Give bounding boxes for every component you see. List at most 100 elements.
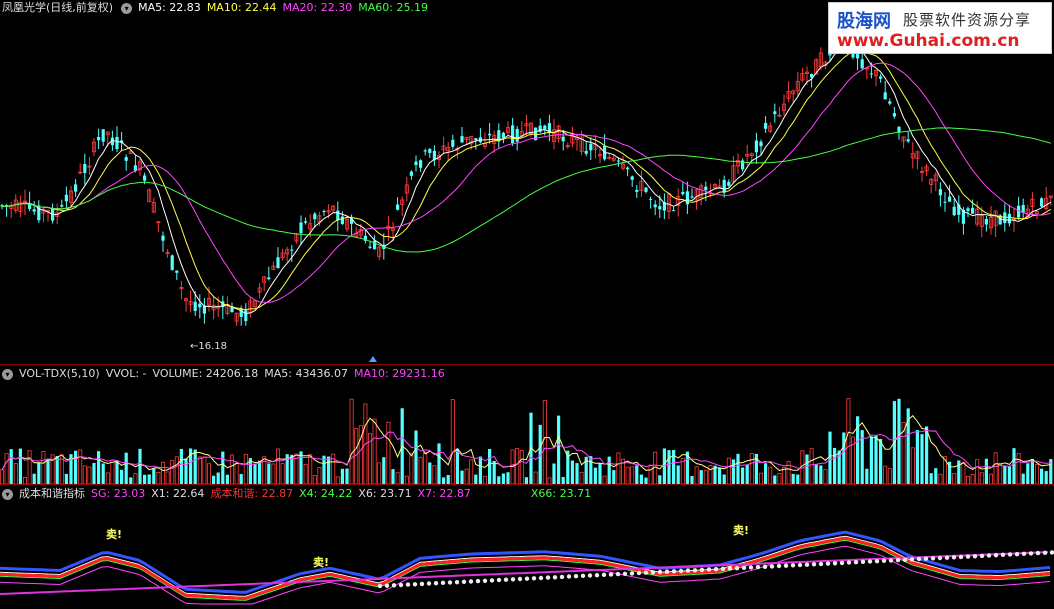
cost-dot-marker <box>832 561 838 566</box>
volume-bar <box>639 474 643 484</box>
candle-body <box>97 136 101 141</box>
cost-dot-marker <box>923 556 929 561</box>
volume-bar <box>869 436 873 484</box>
volume-bar <box>887 468 892 484</box>
chevron-down-icon[interactable]: ▾ <box>2 368 13 380</box>
volume-bar <box>372 418 377 484</box>
candle-body <box>690 196 694 198</box>
candle-body <box>290 249 294 251</box>
cost-dot-marker <box>510 577 516 582</box>
cost-dot-marker <box>958 554 964 560</box>
candle-body <box>658 206 662 210</box>
volume-bar <box>694 466 699 484</box>
chevron-down-icon[interactable]: ▾ <box>121 2 133 14</box>
candle-body <box>313 213 317 220</box>
volume-bar <box>934 468 938 484</box>
indicator-panel[interactable]: ▾ 成本和谐指标 SG: 23.03 X1: 22.64 成本和谐: 22.87… <box>0 486 1054 609</box>
volume-bar <box>0 469 4 484</box>
volume-bar <box>41 451 46 484</box>
volume-bar <box>910 447 915 484</box>
cost-dot-marker <box>601 572 607 577</box>
panel-divider[interactable] <box>0 364 1054 365</box>
volume-bar <box>966 475 971 484</box>
volume-bar <box>442 477 446 484</box>
cost-dot-marker <box>1007 552 1013 557</box>
volume-bar <box>741 467 745 484</box>
panel-divider[interactable] <box>0 484 1054 485</box>
candle-body <box>276 257 280 269</box>
candle-body <box>938 189 942 196</box>
volume-bar <box>929 473 933 484</box>
cost-dot-marker <box>944 555 950 560</box>
volume-bar <box>736 453 740 484</box>
ma60-label: MA60: 25.19 <box>358 1 428 14</box>
cost-dot-marker <box>748 565 754 570</box>
sell-signal-label: 卖! <box>106 528 123 541</box>
cost-dot-marker <box>825 561 831 566</box>
cost-dot-marker <box>839 560 845 566</box>
cost-dot-marker <box>447 580 453 585</box>
cost-dot-marker <box>811 562 817 567</box>
cost-dot-marker <box>951 555 957 560</box>
candle-body <box>685 191 689 205</box>
cost-dot-marker <box>538 575 544 581</box>
candle-body <box>971 207 975 214</box>
volume-bar <box>193 449 197 484</box>
volume-value-label: VOLUME: 24206.18 <box>152 367 259 380</box>
candle-body <box>428 149 432 153</box>
indicator-chart[interactable] <box>0 486 1054 609</box>
volume-bar <box>275 448 280 484</box>
chevron-down-icon[interactable]: ▾ <box>2 488 13 500</box>
volume-bar <box>101 463 105 484</box>
cost-dot-marker <box>594 573 600 578</box>
volume-bar <box>557 415 561 484</box>
volume-panel[interactable]: ▾ VOL-TDX(5,10) VVOL: - VOLUME: 24206.18… <box>0 366 1054 484</box>
candle-body <box>64 194 68 202</box>
volume-bar <box>745 464 749 484</box>
candle-body <box>1007 213 1011 224</box>
volume-bar <box>667 450 671 484</box>
volume-bar <box>464 468 469 484</box>
volume-bar <box>630 466 635 484</box>
volume-bar <box>759 472 764 484</box>
candle-body <box>764 123 768 129</box>
volume-chart[interactable] <box>0 366 1054 484</box>
volume-bar <box>925 426 929 484</box>
price-chart-panel[interactable]: 凤凰光学(日线,前复权) ▾ MA5: 22.83 MA10: 22.44 MA… <box>0 0 1054 364</box>
volume-bar <box>105 472 110 484</box>
volume-bar <box>676 465 680 484</box>
cost-dot-marker <box>657 569 663 575</box>
candle-body <box>175 270 179 273</box>
volume-bar <box>13 463 18 484</box>
volume-bar <box>170 459 175 484</box>
cost-dot-marker <box>797 562 803 568</box>
cost-dot-marker <box>972 554 978 559</box>
cost-dot-marker <box>790 563 796 568</box>
cost-dot-marker <box>965 554 971 559</box>
cost-dot-marker <box>993 553 999 558</box>
volume-bar <box>124 452 128 484</box>
volume-bar <box>957 460 961 484</box>
volume-bar <box>519 450 524 484</box>
cost-dot-marker <box>384 583 390 588</box>
candle-body <box>626 167 630 170</box>
candle-body <box>336 210 340 221</box>
cost-dot-marker <box>496 577 502 583</box>
volume-bar <box>9 449 13 484</box>
volume-bar <box>1016 453 1021 484</box>
volume-bar <box>979 472 984 484</box>
candle-body <box>409 171 413 176</box>
volume-bar <box>409 452 414 484</box>
candle-body <box>515 129 519 142</box>
cost-dot-marker <box>692 568 698 573</box>
candle-body <box>60 205 64 207</box>
candlestick-chart[interactable] <box>0 0 1054 364</box>
volume-bar <box>197 456 202 484</box>
volume-bar <box>515 447 520 484</box>
cost-dot-marker <box>678 568 684 574</box>
cost-dot-marker <box>608 572 614 577</box>
volume-bar <box>602 475 607 484</box>
candle-body <box>267 277 271 280</box>
candle-body <box>304 221 308 223</box>
volume-bar <box>74 450 78 484</box>
